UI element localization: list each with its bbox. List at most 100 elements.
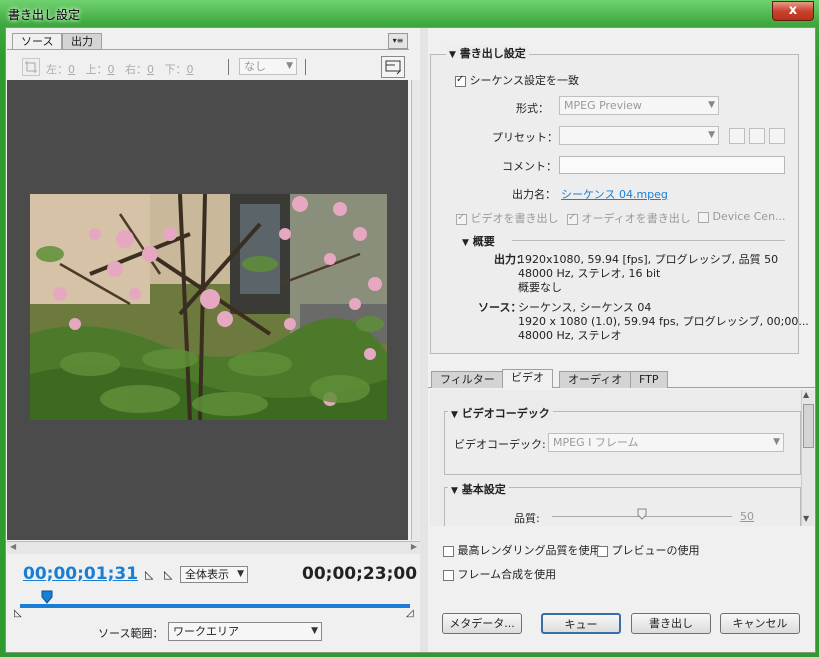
crop-ratio-select[interactable]: なし ▼ — [239, 58, 297, 75]
crop-right-value[interactable]: 0 — [147, 63, 154, 76]
scroll-down-arrow-icon[interactable]: ▼ — [803, 514, 809, 523]
export-video-option[interactable]: ビデオを書き出し — [456, 210, 559, 226]
summary-title: 概要 — [472, 235, 495, 248]
collapse-triangle-icon: ▼ — [451, 410, 458, 420]
video-codec-select[interactable]: MPEG I フレーム ▼ — [548, 433, 784, 452]
summary-output-line: 概要なし — [518, 281, 562, 294]
preset-label: プリセット： — [492, 131, 558, 144]
export-video-checkbox[interactable] — [456, 212, 467, 225]
cancel-button[interactable]: キャンセル — [720, 613, 800, 634]
scroll-right-arrow-icon[interactable]: ▶ — [411, 542, 417, 551]
zoom-select[interactable]: 全体表示 ▼ — [180, 566, 248, 583]
tab-source[interactable]: ソース — [12, 33, 63, 50]
match-sequence-label: シーケンス設定を一致 — [469, 74, 579, 87]
device-central-checkbox[interactable] — [698, 211, 709, 223]
export-video-label: ビデオを書き出し — [470, 212, 559, 225]
out-point-marker-icon[interactable]: ◿ — [406, 608, 414, 619]
window-title: 書き出し設定 — [8, 8, 81, 22]
export-audio-option[interactable]: オーディオを書き出し — [567, 210, 691, 226]
summary-output: 1920x1080, 59.94 [fps], プログレッシブ, 品質 50 4… — [518, 253, 778, 295]
crop-fields: 左：0 上：0 右：0 下：0 — [46, 61, 194, 77]
quality-value[interactable]: 50 — [740, 510, 754, 523]
crop-top-value[interactable]: 0 — [108, 63, 115, 76]
aspect-toggle-icon[interactable] — [381, 56, 405, 78]
crop-right-label: 右： — [125, 63, 147, 76]
export-audio-label: オーディオを書き出し — [581, 212, 691, 225]
summary-header[interactable]: ▼ 概要 — [462, 233, 495, 249]
quality-slider-thumb[interactable] — [637, 508, 647, 523]
scroll-up-arrow-icon[interactable]: ▲ — [803, 390, 809, 399]
in-point-marker-icon[interactable]: ◺ — [14, 608, 22, 619]
settings-scrollbar[interactable]: ▲ ▼ — [801, 390, 814, 526]
panel-splitter[interactable] — [420, 28, 428, 652]
summary-output-line: 48000 Hz, ステレオ, 16 bit — [518, 267, 661, 280]
device-central-label: Device Cen... — [712, 210, 786, 223]
frame-blend-label: フレーム合成を使用 — [457, 568, 557, 581]
basic-settings-header[interactable]: ▼ 基本設定 — [448, 481, 509, 497]
export-settings-header[interactable]: ▼ 書き出し設定 — [446, 45, 529, 61]
source-range-select[interactable]: ワークエリア ▼ — [168, 622, 322, 641]
export-audio-checkbox[interactable] — [567, 212, 578, 225]
frame-blend-option[interactable]: フレーム合成を使用 — [443, 566, 556, 582]
collapse-triangle-icon: ▼ — [451, 486, 458, 496]
tab-divider — [7, 49, 409, 50]
save-preset-icon[interactable] — [729, 128, 745, 144]
queue-button[interactable]: キュー — [541, 613, 621, 634]
zoom-value: 全体表示 — [185, 568, 229, 581]
chevron-down-icon: ▼ — [708, 130, 715, 140]
video-codec-value: MPEG I フレーム — [553, 436, 639, 449]
collapse-triangle-icon: ▼ — [449, 50, 456, 60]
title-bar[interactable]: 書き出し設定 x — [0, 0, 819, 26]
tab-filter[interactable]: フィルター — [431, 371, 504, 388]
scroll-left-arrow-icon[interactable]: ◀ — [10, 542, 16, 551]
crop-icon[interactable] — [22, 58, 40, 76]
set-in-point-icon[interactable]: ◺ — [145, 568, 153, 581]
current-timecode[interactable]: 00;00;01;31 — [23, 564, 138, 584]
output-name-link[interactable]: シーケンス 04.mpeg — [561, 186, 668, 202]
output-name-label: 出力名： — [512, 188, 556, 201]
device-central-option[interactable]: Device Cen... — [698, 210, 786, 223]
crop-bottom-value[interactable]: 0 — [187, 63, 194, 76]
crop-left-value[interactable]: 0 — [68, 63, 75, 76]
frame-blend-checkbox[interactable] — [443, 569, 454, 581]
chevron-down-icon: ▼ — [286, 61, 293, 71]
basic-settings-title: 基本設定 — [461, 483, 506, 496]
preview-horizontal-scrollbar[interactable]: ◀ ▶ — [7, 541, 420, 554]
tab-audio[interactable]: オーディオ — [559, 371, 632, 388]
use-preview-option[interactable]: プレビューの使用 — [597, 542, 700, 558]
video-preview — [7, 80, 422, 540]
summary-source: シーケンス, シーケンス 04 1920 x 1080 (1.0), 59.94… — [518, 301, 809, 343]
toolbar-divider — [228, 59, 229, 75]
comment-field[interactable] — [559, 156, 785, 174]
summary-divider — [512, 240, 785, 241]
chevron-down-icon: ▼ — [237, 569, 244, 579]
export-button[interactable]: 書き出し — [631, 613, 711, 634]
preset-select[interactable]: ▼ — [559, 126, 719, 145]
chevron-down-icon: ▼ — [773, 437, 780, 447]
format-select[interactable]: MPEG Preview ▼ — [559, 96, 719, 115]
max-render-checkbox[interactable] — [443, 545, 454, 557]
summary-source-label: ソース： — [478, 301, 522, 314]
close-button[interactable]: x — [772, 1, 814, 21]
duration-timecode: 00;00;23;00 — [302, 564, 418, 584]
playhead-icon[interactable] — [41, 590, 53, 604]
summary-source-line: シーケンス, シーケンス 04 — [518, 301, 652, 314]
work-area-bar[interactable] — [20, 604, 410, 608]
set-out-point-icon[interactable]: ◺ — [164, 568, 172, 581]
match-sequence-option[interactable]: シーケンス設定を一致 — [455, 72, 579, 88]
scrollbar-thumb[interactable] — [803, 404, 814, 448]
panel-menu-button[interactable]: ▾≡ — [388, 33, 408, 49]
tab-output[interactable]: 出力 — [62, 33, 102, 50]
video-codec-title: ビデオコーデック — [461, 407, 550, 420]
use-preview-label: プレビューの使用 — [611, 544, 700, 557]
import-preset-icon[interactable] — [749, 128, 765, 144]
use-preview-checkbox[interactable] — [597, 545, 608, 557]
video-codec-header[interactable]: ▼ ビデオコーデック — [448, 405, 553, 421]
match-sequence-checkbox[interactable] — [455, 74, 466, 87]
tab-ftp[interactable]: FTP — [630, 371, 668, 388]
max-render-option[interactable]: 最高レンダリング品質を使用 — [443, 542, 601, 558]
tab-video[interactable]: ビデオ — [502, 369, 553, 388]
metadata-button[interactable]: メタデータ... — [442, 613, 522, 634]
delete-preset-icon[interactable] — [769, 128, 785, 144]
export-settings-title: 書き出し設定 — [459, 47, 526, 60]
